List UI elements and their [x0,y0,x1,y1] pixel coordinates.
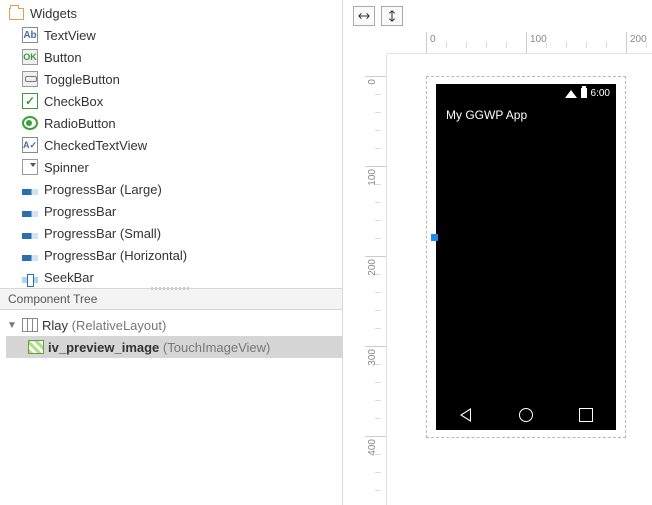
palette-item-label: ProgressBar (Large) [44,182,162,197]
palette-group-widgets[interactable]: Widgets [8,2,342,24]
nav-home-icon [519,408,533,422]
palette-item-checkedtextview[interactable]: A✓ CheckedTextView [22,134,342,156]
imageview-icon [28,340,44,354]
palette-item-togglebutton[interactable]: ToggleButton [22,68,342,90]
widget-palette: Widgets Ab TextView OK Button ToggleButton ✓ C… [0,0,342,288]
palette-item-label: RadioButton [44,116,116,131]
palette-item-spinner[interactable]: Spinner [22,156,342,178]
palette-item-checkbox[interactable]: ✓ CheckBox [22,90,342,112]
palette-item-progressbar[interactable]: ProgressBar [22,200,342,222]
ruler-h-tick: 100 [530,34,547,45]
tree-row-root[interactable]: ▼ Rlay (RelativeLayout) [6,314,342,336]
component-tree-title: Component Tree [0,288,342,310]
spinner-icon [22,159,38,175]
button-icon: OK [22,49,38,65]
nav-back-icon [459,408,473,422]
progressbar-horizontal-icon [22,255,38,261]
palette-item-button[interactable]: OK Button [22,46,342,68]
palette-item-progressbar-large[interactable]: ProgressBar (Large) [22,178,342,200]
checkedtextview-icon: A✓ [22,137,38,153]
left-panel: Widgets Ab TextView OK Button ToggleButton ✓ C… [0,0,343,505]
layout-icon [22,318,38,332]
palette-item-label: ToggleButton [44,72,120,87]
palette-group-label: Widgets [30,6,77,21]
tree-row-label: iv_preview_image (TouchImageView) [48,340,270,355]
design-canvas-panel: 0 100 200 0100200300400 6:00 My GGWP App [343,0,652,505]
nav-recent-icon [579,408,593,422]
disclosure-triangle-icon[interactable]: ▼ [6,320,18,331]
wifi-icon [565,90,577,98]
fit-width-button[interactable] [353,6,375,26]
palette-item-progressbar-small[interactable]: ProgressBar (Small) [22,222,342,244]
palette-item-label: Spinner [44,160,89,175]
palette-item-radiobutton[interactable]: RadioButton [22,112,342,134]
textview-icon: Ab [22,27,38,43]
ruler-h-tick: 0 [430,34,436,45]
palette-item-seekbar[interactable]: SeekBar [22,266,342,288]
palette-item-label: SeekBar [44,270,94,285]
design-canvas[interactable]: 6:00 My GGWP App [387,54,652,505]
fit-height-button[interactable] [381,6,403,26]
device-preview[interactable]: 6:00 My GGWP App [436,84,616,430]
progressbar-small-icon [22,233,38,239]
togglebutton-icon [22,71,38,87]
ruler-h-tick: 200 [630,34,647,45]
palette-item-progressbar-horizontal[interactable]: ProgressBar (Horizontal) [22,244,342,266]
checkbox-icon: ✓ [22,93,38,109]
tree-row-child[interactable]: iv_preview_image (TouchImageView) [6,336,342,358]
status-bar: 6:00 [436,84,616,102]
ruler-v-tick: 0 [367,79,378,85]
android-nav-bar [436,400,616,430]
palette-item-label: Button [44,50,82,65]
seekbar-icon [22,277,38,283]
canvas-toolbar [353,6,403,26]
palette-item-label: CheckBox [44,94,103,109]
app-title: My GGWP App [436,102,616,122]
vertical-ruler: 0100200300400 [365,54,387,505]
palette-item-label: ProgressBar (Horizontal) [44,248,187,263]
status-time: 6:00 [591,88,610,99]
radiobutton-icon [22,116,38,130]
battery-icon [581,88,587,98]
palette-item-label: ProgressBar (Small) [44,226,161,241]
tree-row-label: Rlay (RelativeLayout) [42,318,166,333]
palette-item-textview[interactable]: Ab TextView [22,24,342,46]
palette-item-label: ProgressBar [44,204,116,219]
folder-icon [8,5,24,21]
component-tree: ▼ Rlay (RelativeLayout) iv_preview_image… [0,310,342,505]
progressbar-large-icon [22,189,38,195]
selection-handle[interactable] [431,234,438,241]
horizontal-ruler: 0 100 200 [387,32,652,54]
palette-item-label: CheckedTextView [44,138,147,153]
palette-item-label: TextView [44,28,96,43]
progressbar-icon [22,211,38,217]
